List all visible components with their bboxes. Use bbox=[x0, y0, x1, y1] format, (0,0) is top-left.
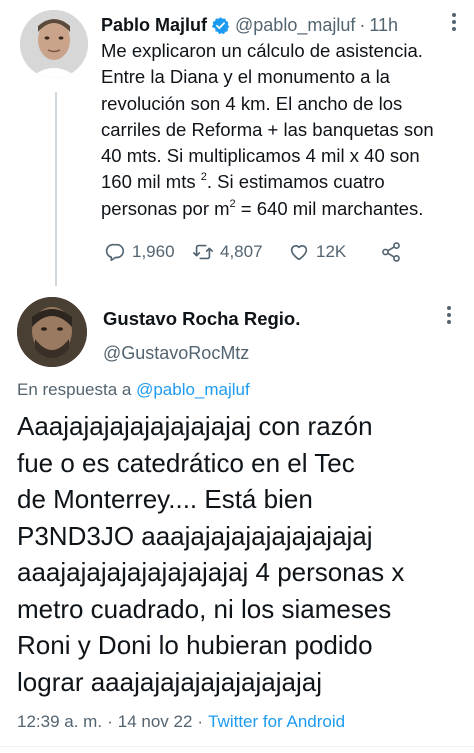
like-icon bbox=[290, 245, 308, 261]
tweet-meta: 12:39 a. m. · 14 nov 22 · Twitter for Androi… bbox=[17, 712, 345, 732]
tweet-text-line: fue o es catedrático en el Tec bbox=[17, 447, 355, 478]
reply-tweet-text: Aaajajajajajajajajajaj con razón fue o e… bbox=[17, 408, 467, 700]
like-button[interactable]: 12K bbox=[288, 241, 346, 263]
share-icon bbox=[382, 242, 400, 262]
tweet-source-link[interactable]: Twitter for Android bbox=[208, 712, 345, 731]
meta-separator: · bbox=[197, 712, 204, 731]
tweet-text-line: carriles de Reforma + las banquetas son bbox=[101, 118, 434, 140]
replying-to: En respuesta a @pablo_majluf bbox=[17, 380, 250, 400]
tweet-time[interactable]: 12:39 a. m. bbox=[17, 712, 102, 731]
reply-button[interactable]: 1,960 bbox=[104, 241, 175, 263]
tweet-text-line: lograr aaajajajajajajajajajaj bbox=[17, 666, 322, 697]
tweet-text-line: P3ND3JO aaajajajajajajajajajaj bbox=[17, 520, 373, 551]
tweet-text-line: revolución son 4 km. El ancho de los bbox=[101, 92, 403, 114]
tweet-timestamp[interactable]: 11h bbox=[369, 12, 398, 38]
thread-connector bbox=[55, 92, 57, 286]
retweet-button[interactable]: 4,807 bbox=[192, 241, 263, 263]
meta-separator: · bbox=[107, 712, 113, 731]
reply-to-handle-link[interactable]: @pablo_majluf bbox=[136, 380, 250, 399]
avatar-pablo-majluf[interactable] bbox=[20, 10, 88, 78]
like-count: 12K bbox=[316, 242, 347, 261]
share-button[interactable] bbox=[380, 241, 408, 263]
tweet-text-line: Aaajajajajajajajajajaj con razón bbox=[17, 411, 373, 441]
line-part: = 640 mil marchantes. bbox=[235, 197, 424, 219]
more-options-icon[interactable] bbox=[445, 10, 463, 36]
reply-count: 1,960 bbox=[132, 242, 175, 261]
reply-icon bbox=[105, 243, 125, 262]
verified-badge-icon bbox=[211, 16, 230, 35]
tweet-date[interactable]: 14 nov 22 bbox=[118, 712, 193, 731]
author-handle[interactable]: @pablo_majluf bbox=[235, 12, 355, 38]
reply-prefix: En respuesta a bbox=[17, 380, 137, 399]
header-separator: · bbox=[359, 15, 366, 35]
tweet-text: Me explicaron un cálculo de asistencia. … bbox=[101, 38, 469, 222]
tweet-text-line: personas por m2 = 640 mil marchantes. bbox=[101, 196, 469, 222]
line-part: 160 mil mts bbox=[101, 171, 201, 193]
tweet-text-line: metro cuadrado, ni los siameses bbox=[17, 593, 392, 624]
tweet-text-line: 40 mts. Si multiplicamos 4 mil x 40 son bbox=[101, 145, 420, 167]
tweet-text-line: 160 mil mts 2. Si estimamos cuatro bbox=[101, 169, 469, 195]
tweet-original[interactable]: Pablo Majluf @pablo_majluf · 11h Me expl… bbox=[101, 12, 469, 222]
tweet-text-line: Roni y Doni lo hubieran podido bbox=[17, 630, 373, 660]
author-name[interactable]: Pablo Majluf bbox=[101, 12, 207, 38]
tweet-action-bar: 1,960 4,807 12K bbox=[104, 241, 414, 267]
retweet-count: 4,807 bbox=[220, 242, 263, 261]
author-name[interactable]: Gustavo Rocha Regio. bbox=[103, 306, 300, 332]
tweet-text-line: Entre la Diana y el monumento a la bbox=[101, 66, 390, 88]
more-options-icon[interactable] bbox=[440, 303, 458, 329]
tweet-header: Pablo Majluf @pablo_majluf · 11h bbox=[101, 12, 469, 38]
divider bbox=[0, 746, 474, 747]
reply-tweet-header: Gustavo Rocha Regio. @GustavoRocMtz bbox=[103, 306, 300, 366]
tweet-text-line: de Monterrey.... Está bien bbox=[17, 484, 313, 514]
retweet-icon bbox=[193, 244, 213, 260]
tweet-text-line: Me explicaron un cálculo de asistencia. bbox=[101, 40, 423, 61]
tweet-text-line: aaajajajajajajajajajaj 4 personas x bbox=[17, 557, 405, 587]
avatar-gustavo-rocha[interactable] bbox=[17, 297, 87, 367]
line-part: personas por m bbox=[101, 197, 230, 219]
line-part: . Si estimamos cuatro bbox=[206, 171, 385, 193]
author-handle[interactable]: @GustavoRocMtz bbox=[103, 340, 300, 366]
